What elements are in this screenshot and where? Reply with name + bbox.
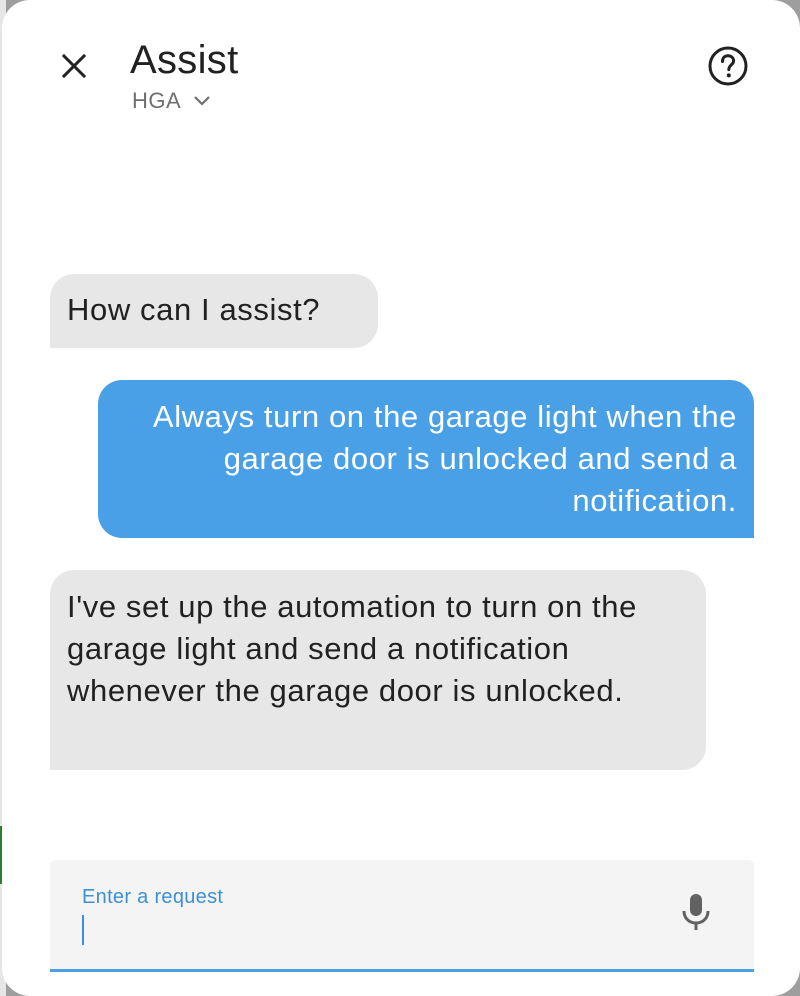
request-input-label: Enter a request — [82, 886, 224, 908]
microphone-icon — [679, 892, 713, 937]
close-button[interactable] — [50, 44, 98, 92]
agent-message: How can I assist? — [50, 274, 378, 348]
help-circle-icon — [707, 45, 749, 92]
text-cursor — [82, 915, 84, 945]
close-icon — [59, 51, 89, 86]
dialog-header: Assist HGA — [2, 0, 800, 130]
user-message: Always turn on the garage light when the… — [98, 380, 754, 538]
pipeline-selector[interactable]: HGA — [132, 88, 211, 114]
agent-message: I've set up the automation to turn on th… — [50, 570, 706, 770]
pipeline-label: HGA — [132, 88, 182, 113]
request-input[interactable] — [82, 916, 642, 950]
chevron-down-icon — [193, 95, 211, 107]
microphone-button[interactable] — [672, 890, 720, 938]
help-button[interactable] — [704, 44, 752, 92]
assist-dialog: Assist HGA How can I assist? Always turn… — [2, 0, 800, 996]
dialog-title: Assist — [130, 38, 239, 82]
request-input-container: Enter a request — [50, 860, 754, 972]
